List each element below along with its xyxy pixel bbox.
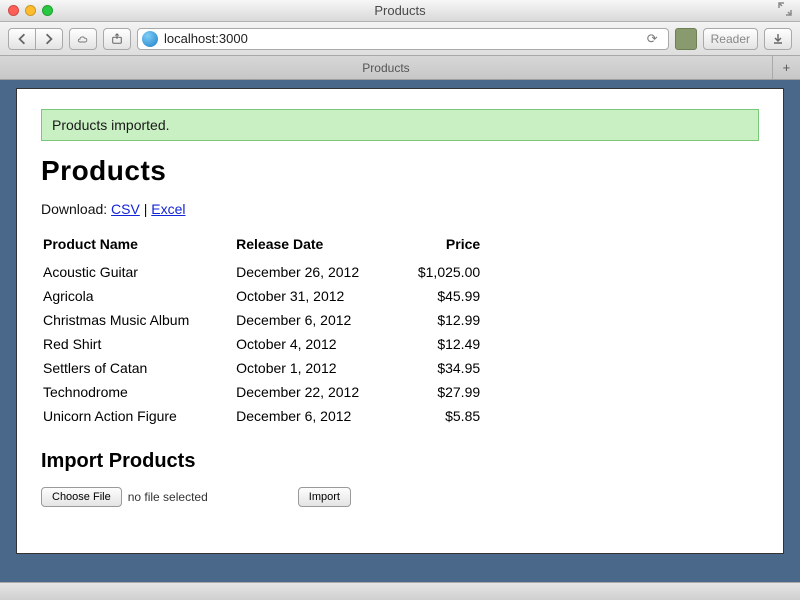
choose-file-button[interactable]: Choose File [41, 487, 122, 507]
cell-name: Settlers of Catan [41, 356, 234, 380]
table-header-row: Product Name Release Date Price [41, 233, 486, 260]
window-title: Products [0, 3, 800, 18]
cell-price: $34.95 [398, 356, 486, 380]
products-table: Product Name Release Date Price Acoustic… [41, 233, 486, 428]
table-row: Christmas Music AlbumDecember 6, 2012$12… [41, 308, 486, 332]
download-excel-link[interactable]: Excel [151, 201, 185, 217]
new-tab-button[interactable]: + [773, 56, 800, 79]
download-sep: | [140, 201, 151, 217]
page-body: Products imported. Products Download: CS… [16, 88, 784, 554]
download-csv-link[interactable]: CSV [111, 201, 140, 217]
cell-date: October 4, 2012 [234, 332, 398, 356]
site-icon [142, 31, 158, 47]
cell-price: $12.49 [398, 332, 486, 356]
download-line: Download: CSV | Excel [41, 201, 759, 217]
import-heading: Import Products [41, 450, 759, 473]
download-prefix: Download: [41, 201, 111, 217]
table-row: AgricolaOctober 31, 2012$45.99 [41, 284, 486, 308]
address-bar[interactable]: ⟳ [137, 28, 669, 50]
cell-date: October 31, 2012 [234, 284, 398, 308]
zoom-window-button[interactable] [42, 5, 53, 16]
reader-button[interactable]: Reader [703, 28, 758, 50]
import-submit-button[interactable]: Import [298, 487, 351, 507]
file-status: no file selected [128, 490, 208, 504]
traffic-lights [8, 5, 53, 16]
viewport: Products imported. Products Download: CS… [0, 80, 800, 582]
extension-icon[interactable] [675, 28, 697, 50]
cell-name: Technodrome [41, 380, 234, 404]
cell-price: $27.99 [398, 380, 486, 404]
downloads-button[interactable] [764, 28, 792, 50]
table-row: Unicorn Action FigureDecember 6, 2012$5.… [41, 404, 486, 428]
fullscreen-icon[interactable] [778, 2, 792, 19]
browser-toolbar: ⟳ Reader [0, 22, 800, 56]
cell-price: $12.99 [398, 308, 486, 332]
reload-button[interactable]: ⟳ [641, 31, 664, 47]
icloud-button[interactable] [69, 28, 97, 50]
cell-name: Red Shirt [41, 332, 234, 356]
cell-name: Agricola [41, 284, 234, 308]
nav-buttons [8, 28, 63, 50]
table-row: Red ShirtOctober 4, 2012$12.49 [41, 332, 486, 356]
col-name: Product Name [41, 233, 234, 260]
table-row: TechnodromeDecember 22, 2012$27.99 [41, 380, 486, 404]
col-date: Release Date [234, 233, 398, 260]
window-titlebar: Products [0, 0, 800, 22]
cell-name: Acoustic Guitar [41, 260, 234, 284]
page-title: Products [41, 155, 759, 187]
close-window-button[interactable] [8, 5, 19, 16]
cell-price: $5.85 [398, 404, 486, 428]
cell-date: October 1, 2012 [234, 356, 398, 380]
tab-products[interactable]: Products [0, 56, 773, 79]
file-chooser: Choose File no file selected [41, 487, 208, 507]
import-form: Choose File no file selected Import [41, 487, 759, 507]
back-button[interactable] [8, 28, 35, 50]
minimize-window-button[interactable] [25, 5, 36, 16]
cell-date: December 26, 2012 [234, 260, 398, 284]
cell-date: December 6, 2012 [234, 404, 398, 428]
url-input[interactable] [164, 31, 635, 46]
cell-name: Christmas Music Album [41, 308, 234, 332]
cell-price: $1,025.00 [398, 260, 486, 284]
table-row: Acoustic GuitarDecember 26, 2012$1,025.0… [41, 260, 486, 284]
tab-strip: Products + [0, 56, 800, 80]
table-row: Settlers of CatanOctober 1, 2012$34.95 [41, 356, 486, 380]
flash-notice: Products imported. [41, 109, 759, 141]
cell-date: December 6, 2012 [234, 308, 398, 332]
cell-date: December 22, 2012 [234, 380, 398, 404]
share-button[interactable] [103, 28, 131, 50]
forward-button[interactable] [35, 28, 63, 50]
cell-name: Unicorn Action Figure [41, 404, 234, 428]
cell-price: $45.99 [398, 284, 486, 308]
window-bottom-bar [0, 582, 800, 600]
col-price: Price [398, 233, 486, 260]
